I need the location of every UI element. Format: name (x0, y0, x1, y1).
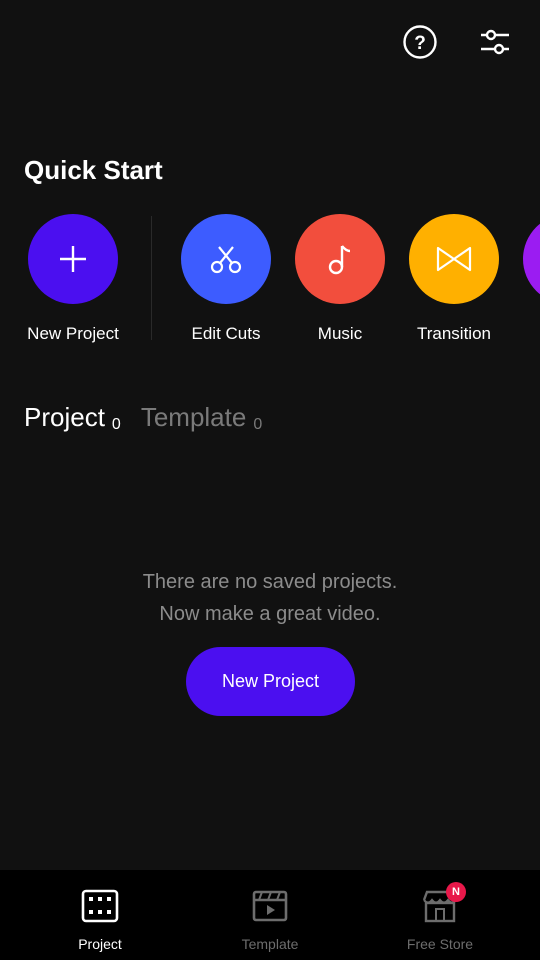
nav-template[interactable]: Template (210, 888, 330, 952)
quick-start-music[interactable]: Music (285, 214, 395, 344)
tab-count: 0 (253, 416, 263, 433)
film-icon (81, 889, 119, 923)
transition-icon (436, 246, 472, 272)
partial-circle[interactable] (523, 214, 540, 304)
quick-start-new-project[interactable]: New Project (18, 214, 128, 344)
quick-start-partial-item[interactable] (513, 214, 540, 304)
transition-circle[interactable] (409, 214, 499, 304)
nav-label: Free Store (406, 936, 474, 952)
nav-label: Template (241, 936, 299, 952)
empty-state-line: There are no saved projects. (142, 571, 398, 593)
settings-button[interactable] (477, 24, 513, 60)
quick-start-divider (151, 216, 152, 340)
help-circle-icon: ? (403, 25, 437, 59)
project-tabs: Project 0 Template 0 (24, 402, 282, 433)
clapperboard-icon (252, 890, 288, 922)
empty-state-message: There are no saved projects. Now make a … (0, 566, 540, 630)
home-screen: ? Quick Start New Project Edit Cuts Musi… (0, 0, 540, 960)
plus-icon (60, 246, 86, 272)
nav-project[interactable]: Project (40, 888, 160, 952)
tab-label: Project (24, 402, 105, 432)
tab-label: Template (140, 402, 247, 432)
new-badge: N (446, 882, 466, 902)
quick-start-transition[interactable]: Transition (399, 214, 509, 344)
empty-state-line: Now make a great video. (159, 603, 381, 625)
tab-project[interactable]: Project 0 (24, 402, 121, 433)
bottom-navigation: Project Template N Free Store (0, 870, 540, 960)
quick-start-label: Transition (416, 324, 491, 343)
quick-start-edit-cuts[interactable]: Edit Cuts (171, 214, 281, 344)
nav-free-store[interactable]: N Free Store (380, 882, 500, 952)
help-button[interactable]: ? (402, 24, 438, 60)
tab-template[interactable]: Template 0 (141, 402, 262, 433)
quick-start-label: Edit Cuts (191, 324, 261, 343)
edit-cuts-circle[interactable] (181, 214, 271, 304)
sliders-icon (481, 29, 509, 55)
nav-label: Project (78, 936, 122, 952)
scissors-icon (210, 246, 242, 274)
tab-count: 0 (111, 416, 121, 433)
quick-start-label: New Project (27, 324, 119, 343)
quick-start-title: Quick Start (24, 155, 163, 185)
svg-text:?: ? (414, 33, 426, 54)
quick-start-label: Music (317, 324, 363, 343)
new-project-button[interactable]: New Project (186, 647, 355, 716)
new-project-circle[interactable] (28, 214, 118, 304)
music-note-icon (328, 245, 351, 275)
music-circle[interactable] (295, 214, 385, 304)
